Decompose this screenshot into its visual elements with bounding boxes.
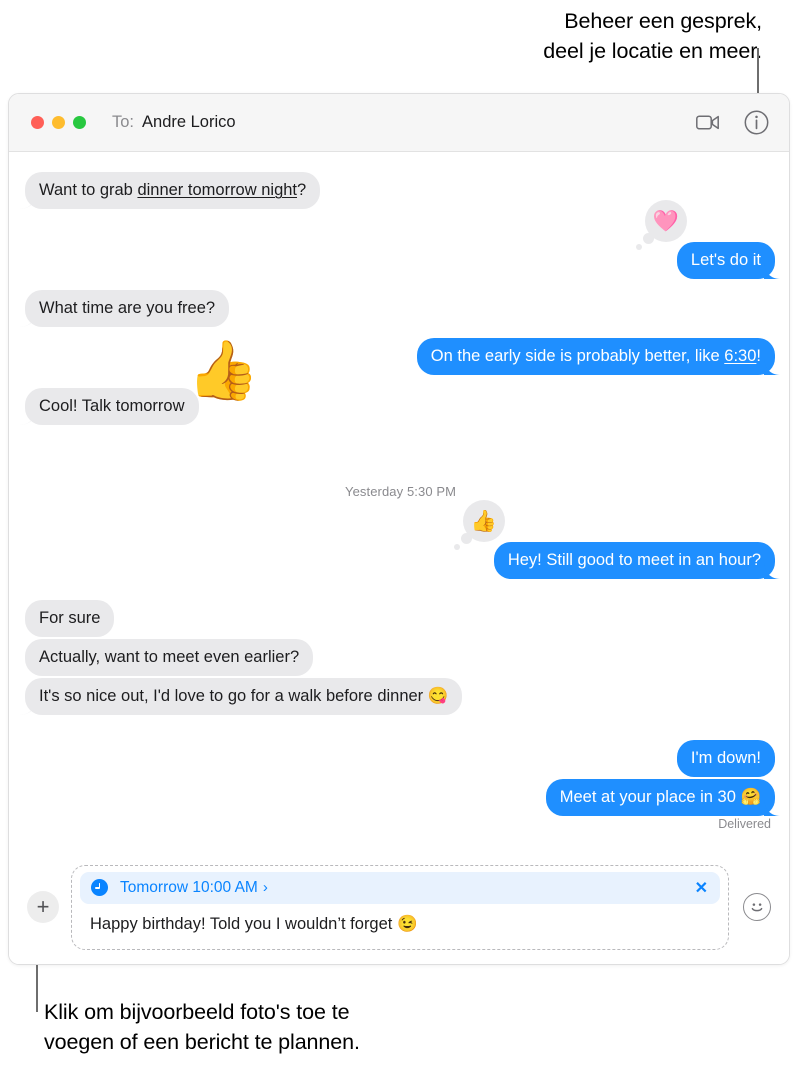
message-row: Cool! Talk tomorrow	[25, 388, 199, 425]
minimize-window-button[interactable]	[52, 116, 65, 129]
window-titlebar: To: Andre Lorico	[9, 94, 789, 152]
tapback-heart[interactable]: 🩷	[636, 200, 687, 250]
smiley-face-icon[interactable]	[743, 893, 771, 921]
memoji-emoji: 👍	[187, 338, 260, 403]
message-bubble-outgoing[interactable]: Let's do it	[676, 242, 775, 279]
data-detector-link[interactable]: 6:30	[724, 347, 756, 365]
message-bubble-incoming[interactable]: For sure	[25, 600, 115, 637]
info-circle-icon[interactable]	[743, 110, 769, 136]
message-row: What time are you free?	[25, 290, 230, 327]
screenshot-root: Beheer een gesprek, deel je locatie en m…	[0, 0, 798, 1067]
recipient-name: Andre Lorico	[142, 113, 236, 131]
tapback-pip-small	[636, 244, 642, 250]
tapback-emoji: 👍	[470, 509, 498, 533]
message-row: Meet at your place in 30 🤗	[545, 779, 775, 816]
titlebar-actions	[695, 110, 769, 136]
message-row: Hey! Still good to meet in an hour?	[493, 542, 775, 579]
recipient-field[interactable]: To: Andre Lorico	[112, 113, 236, 132]
composer-input-area[interactable]: Tomorrow 10:00 AM › ✕ Happy birthday! To…	[71, 864, 729, 950]
message-bubble-outgoing[interactable]: I'm down!	[676, 740, 775, 777]
chevron-right-icon[interactable]: ›	[263, 879, 268, 896]
delivery-status: Delivered	[718, 817, 771, 831]
message-text: I'm down!	[690, 749, 761, 767]
callout-bottom-text: Klik om bijvoorbeeld foto's toe te voege…	[44, 1000, 360, 1054]
zoom-window-button[interactable]	[73, 116, 86, 129]
message-row: For sure	[25, 600, 115, 637]
message-bubble-incoming[interactable]: Want to grab dinner tomorrow night?	[25, 172, 321, 209]
message-text: Cool! Talk tomorrow	[39, 397, 185, 415]
message-row: On the early side is probably better, li…	[416, 338, 775, 375]
message-text: For sure	[39, 609, 101, 627]
close-window-button[interactable]	[31, 116, 44, 129]
message-bubble-outgoing[interactable]: On the early side is probably better, li…	[416, 338, 775, 375]
messages-window: To: Andre Lorico Want to grab dinner tom…	[8, 93, 790, 965]
callout-top-text: Beheer een gesprek, deel je locatie en m…	[543, 9, 762, 63]
message-text: It's so nice out, I'd love to go for a w…	[39, 687, 449, 705]
tapback-emoji: 🩷	[652, 209, 680, 233]
message-row: Want to grab dinner tomorrow night?	[25, 172, 321, 209]
message-text: Meet at your place in 30 🤗	[559, 788, 761, 806]
message-composer: + Tomorrow 10:00 AM › ✕ Happy birthday! …	[9, 850, 789, 964]
message-text: Let's do it	[690, 251, 761, 269]
plus-label: +	[36, 894, 50, 919]
message-text: Want to grab dinner tomorrow night?	[39, 181, 307, 199]
scheduled-send-label: Tomorrow 10:00 AM	[120, 878, 258, 896]
message-row: It's so nice out, I'd love to go for a w…	[25, 678, 463, 715]
message-bubble-incoming[interactable]: It's so nice out, I'd love to go for a w…	[25, 678, 463, 715]
tapback-pip-large	[643, 233, 654, 244]
message-bubble-incoming[interactable]: Cool! Talk tomorrow	[25, 388, 199, 425]
message-bubble-outgoing[interactable]: Hey! Still good to meet in an hour?	[493, 542, 775, 579]
message-row: I'm down!	[676, 740, 775, 777]
conversation-thread[interactable]: Want to grab dinner tomorrow night? Let'…	[9, 152, 789, 850]
message-input[interactable]: Happy birthday! Told you I wouldn’t forg…	[80, 904, 720, 942]
to-label: To:	[112, 113, 135, 131]
message-bubble-incoming[interactable]: What time are you free?	[25, 290, 230, 327]
message-bubble-incoming[interactable]: Actually, want to meet even earlier?	[25, 639, 314, 676]
message-text: On the early side is probably better, li…	[430, 347, 761, 365]
message-bubble-outgoing[interactable]: Meet at your place in 30 🤗	[545, 779, 775, 816]
message-row: Let's do it	[676, 242, 775, 279]
data-detector-link[interactable]: dinner tomorrow night	[137, 181, 297, 199]
message-row: Actually, want to meet even earlier?	[25, 639, 314, 676]
plus-icon[interactable]: +	[27, 891, 59, 923]
tapback-pip-large	[461, 533, 472, 544]
tapback-pip-small	[454, 544, 460, 550]
message-text: Actually, want to meet even earlier?	[39, 648, 300, 666]
traffic-lights	[31, 116, 86, 129]
video-camera-icon[interactable]	[695, 110, 721, 136]
close-icon[interactable]: ✕	[693, 878, 710, 898]
message-text: Hey! Still good to meet in an hour?	[507, 551, 761, 569]
clock-icon	[91, 879, 108, 896]
scheduled-send-pill[interactable]: Tomorrow 10:00 AM › ✕	[80, 871, 720, 904]
tapback-thumbs-up[interactable]: 👍	[454, 500, 505, 550]
memoji-sticker[interactable]: 👍	[187, 342, 259, 400]
message-text: What time are you free?	[39, 299, 216, 317]
conversation-timestamp: Yesterday 5:30 PM	[345, 484, 457, 499]
